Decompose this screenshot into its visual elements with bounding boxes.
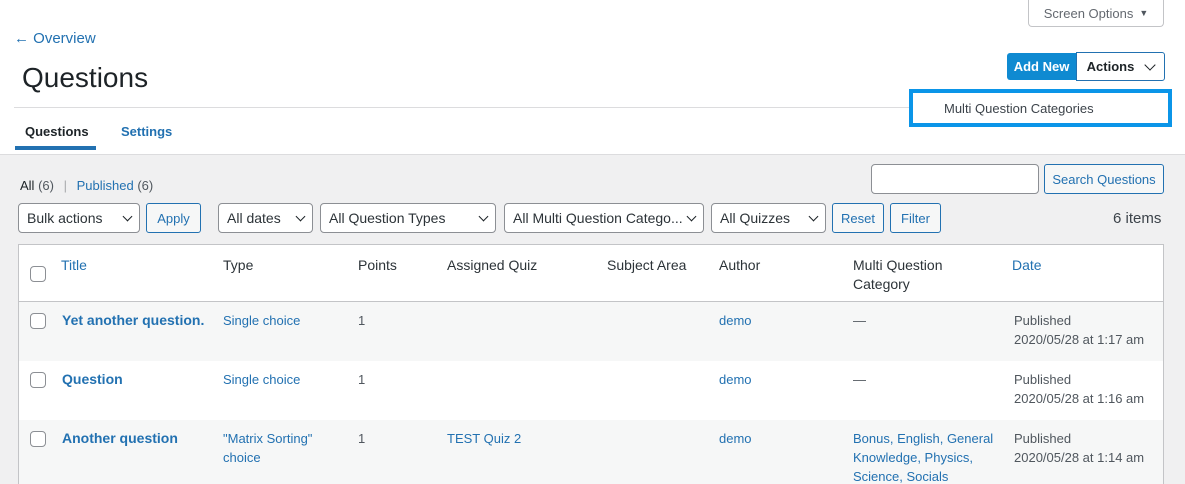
row-checkbox[interactable] bbox=[30, 372, 46, 388]
question-type-link[interactable]: Single choice bbox=[223, 311, 300, 330]
column-header-title[interactable]: Title bbox=[61, 256, 87, 275]
bulk-actions-value: Bulk actions bbox=[27, 210, 103, 226]
filter-separator: | bbox=[63, 178, 67, 193]
column-header-date[interactable]: Date bbox=[1012, 256, 1042, 275]
categories-select[interactable]: All Multi Question Catego... bbox=[504, 203, 704, 233]
column-header-subject-area: Subject Area bbox=[607, 257, 687, 273]
reset-button[interactable]: Reset bbox=[832, 203, 884, 233]
column-header-category-line1: Multi Question bbox=[853, 257, 943, 273]
filter-published-link[interactable]: Published bbox=[77, 178, 134, 193]
row-checkbox[interactable] bbox=[30, 431, 46, 447]
publish-status: Published bbox=[1014, 372, 1072, 387]
back-to-overview-link[interactable]: ← Overview bbox=[14, 30, 96, 47]
header-divider bbox=[14, 107, 910, 108]
table-row: Another question "Matrix Sorting" choice… bbox=[19, 420, 1163, 484]
column-header-assigned-quiz: Assigned Quiz bbox=[447, 257, 538, 273]
question-types-value: All Question Types bbox=[329, 210, 446, 226]
assigned-quiz-link[interactable]: TEST Quiz 2 bbox=[447, 429, 521, 448]
column-header-category-line2: Category bbox=[853, 276, 910, 292]
author-link[interactable]: demo bbox=[719, 370, 752, 389]
actions-button[interactable]: Actions bbox=[1076, 52, 1165, 81]
quizzes-value: All Quizzes bbox=[720, 210, 791, 226]
chevron-down-icon bbox=[808, 211, 819, 221]
question-points: 1 bbox=[358, 372, 366, 387]
author-link[interactable]: demo bbox=[719, 311, 752, 330]
publish-status: Published bbox=[1014, 313, 1072, 328]
apply-button[interactable]: Apply bbox=[146, 203, 201, 233]
filter-all-count: (6) bbox=[38, 178, 54, 193]
dates-select[interactable]: All dates bbox=[218, 203, 313, 233]
question-points: 1 bbox=[358, 431, 366, 446]
caret-down-icon: ▼ bbox=[1139, 8, 1149, 18]
search-questions-button[interactable]: Search Questions bbox=[1044, 164, 1164, 194]
column-header-type: Type bbox=[223, 257, 254, 273]
quizzes-select[interactable]: All Quizzes bbox=[711, 203, 826, 233]
question-title-link[interactable]: Yet another question. bbox=[62, 311, 204, 330]
category-links-line2[interactable]: Knowledge, Physics, bbox=[853, 448, 973, 467]
select-all-checkbox[interactable] bbox=[30, 266, 46, 282]
active-tab-indicator bbox=[15, 146, 96, 150]
filter-published-count: (6) bbox=[137, 178, 154, 193]
column-header-points: Points bbox=[358, 257, 397, 273]
question-type-link[interactable]: "Matrix Sorting" bbox=[223, 429, 312, 448]
publish-date: 2020/05/28 at 1:17 am bbox=[1014, 332, 1145, 347]
publish-status: Published bbox=[1014, 431, 1072, 446]
categories-value: All Multi Question Catego... bbox=[513, 210, 683, 226]
items-count: 6 items bbox=[1113, 210, 1162, 227]
column-header-author: Author bbox=[719, 257, 761, 273]
category-value: — bbox=[853, 313, 866, 328]
tab-settings[interactable]: Settings bbox=[121, 124, 172, 139]
question-types-select[interactable]: All Question Types bbox=[320, 203, 496, 233]
table-row: Question Single choice 1 demo — Publishe… bbox=[19, 361, 1163, 420]
publish-date: 2020/05/28 at 1:16 am bbox=[1014, 391, 1145, 406]
questions-table: Title Type Points Assigned Quiz Subject … bbox=[18, 244, 1164, 484]
row-checkbox[interactable] bbox=[30, 313, 46, 329]
author-link[interactable]: demo bbox=[719, 429, 752, 448]
category-links-line1[interactable]: Bonus, English, General bbox=[853, 429, 993, 448]
search-input[interactable] bbox=[871, 164, 1039, 194]
category-links-line3[interactable]: Science, Socials bbox=[853, 467, 948, 484]
status-filter-links: All (6) | Published (6) bbox=[20, 178, 153, 193]
dropdown-item-multi-question-categories[interactable]: Multi Question Categories bbox=[944, 101, 1094, 116]
chevron-down-icon bbox=[295, 211, 306, 221]
chevron-down-icon bbox=[122, 211, 133, 221]
actions-label: Actions bbox=[1086, 59, 1135, 74]
screen-options-label: Screen Options bbox=[1043, 5, 1134, 21]
question-title-link[interactable]: Another question bbox=[62, 429, 178, 448]
screen-options-button[interactable]: Screen Options ▼ bbox=[1028, 0, 1164, 27]
chevron-down-icon bbox=[686, 211, 697, 221]
category-value: — bbox=[853, 372, 866, 387]
dates-value: All dates bbox=[227, 210, 281, 226]
table-row: Yet another question. Single choice 1 de… bbox=[19, 302, 1163, 361]
filter-button[interactable]: Filter bbox=[890, 203, 941, 233]
chevron-down-icon bbox=[478, 211, 489, 221]
page-title: Questions bbox=[22, 62, 149, 93]
question-type-link[interactable]: Single choice bbox=[223, 370, 300, 389]
filter-all-link[interactable]: All bbox=[20, 178, 34, 193]
chevron-down-icon bbox=[1144, 58, 1156, 71]
question-title-link[interactable]: Question bbox=[62, 370, 123, 389]
question-points: 1 bbox=[358, 313, 366, 328]
bulk-actions-select[interactable]: Bulk actions bbox=[18, 203, 140, 233]
actions-dropdown: Multi Question Categories bbox=[909, 89, 1172, 127]
tab-questions[interactable]: Questions bbox=[25, 124, 89, 139]
add-new-button[interactable]: Add New bbox=[1007, 53, 1076, 80]
publish-date: 2020/05/28 at 1:14 am bbox=[1014, 450, 1145, 465]
question-type-link-line2[interactable]: choice bbox=[223, 448, 261, 467]
